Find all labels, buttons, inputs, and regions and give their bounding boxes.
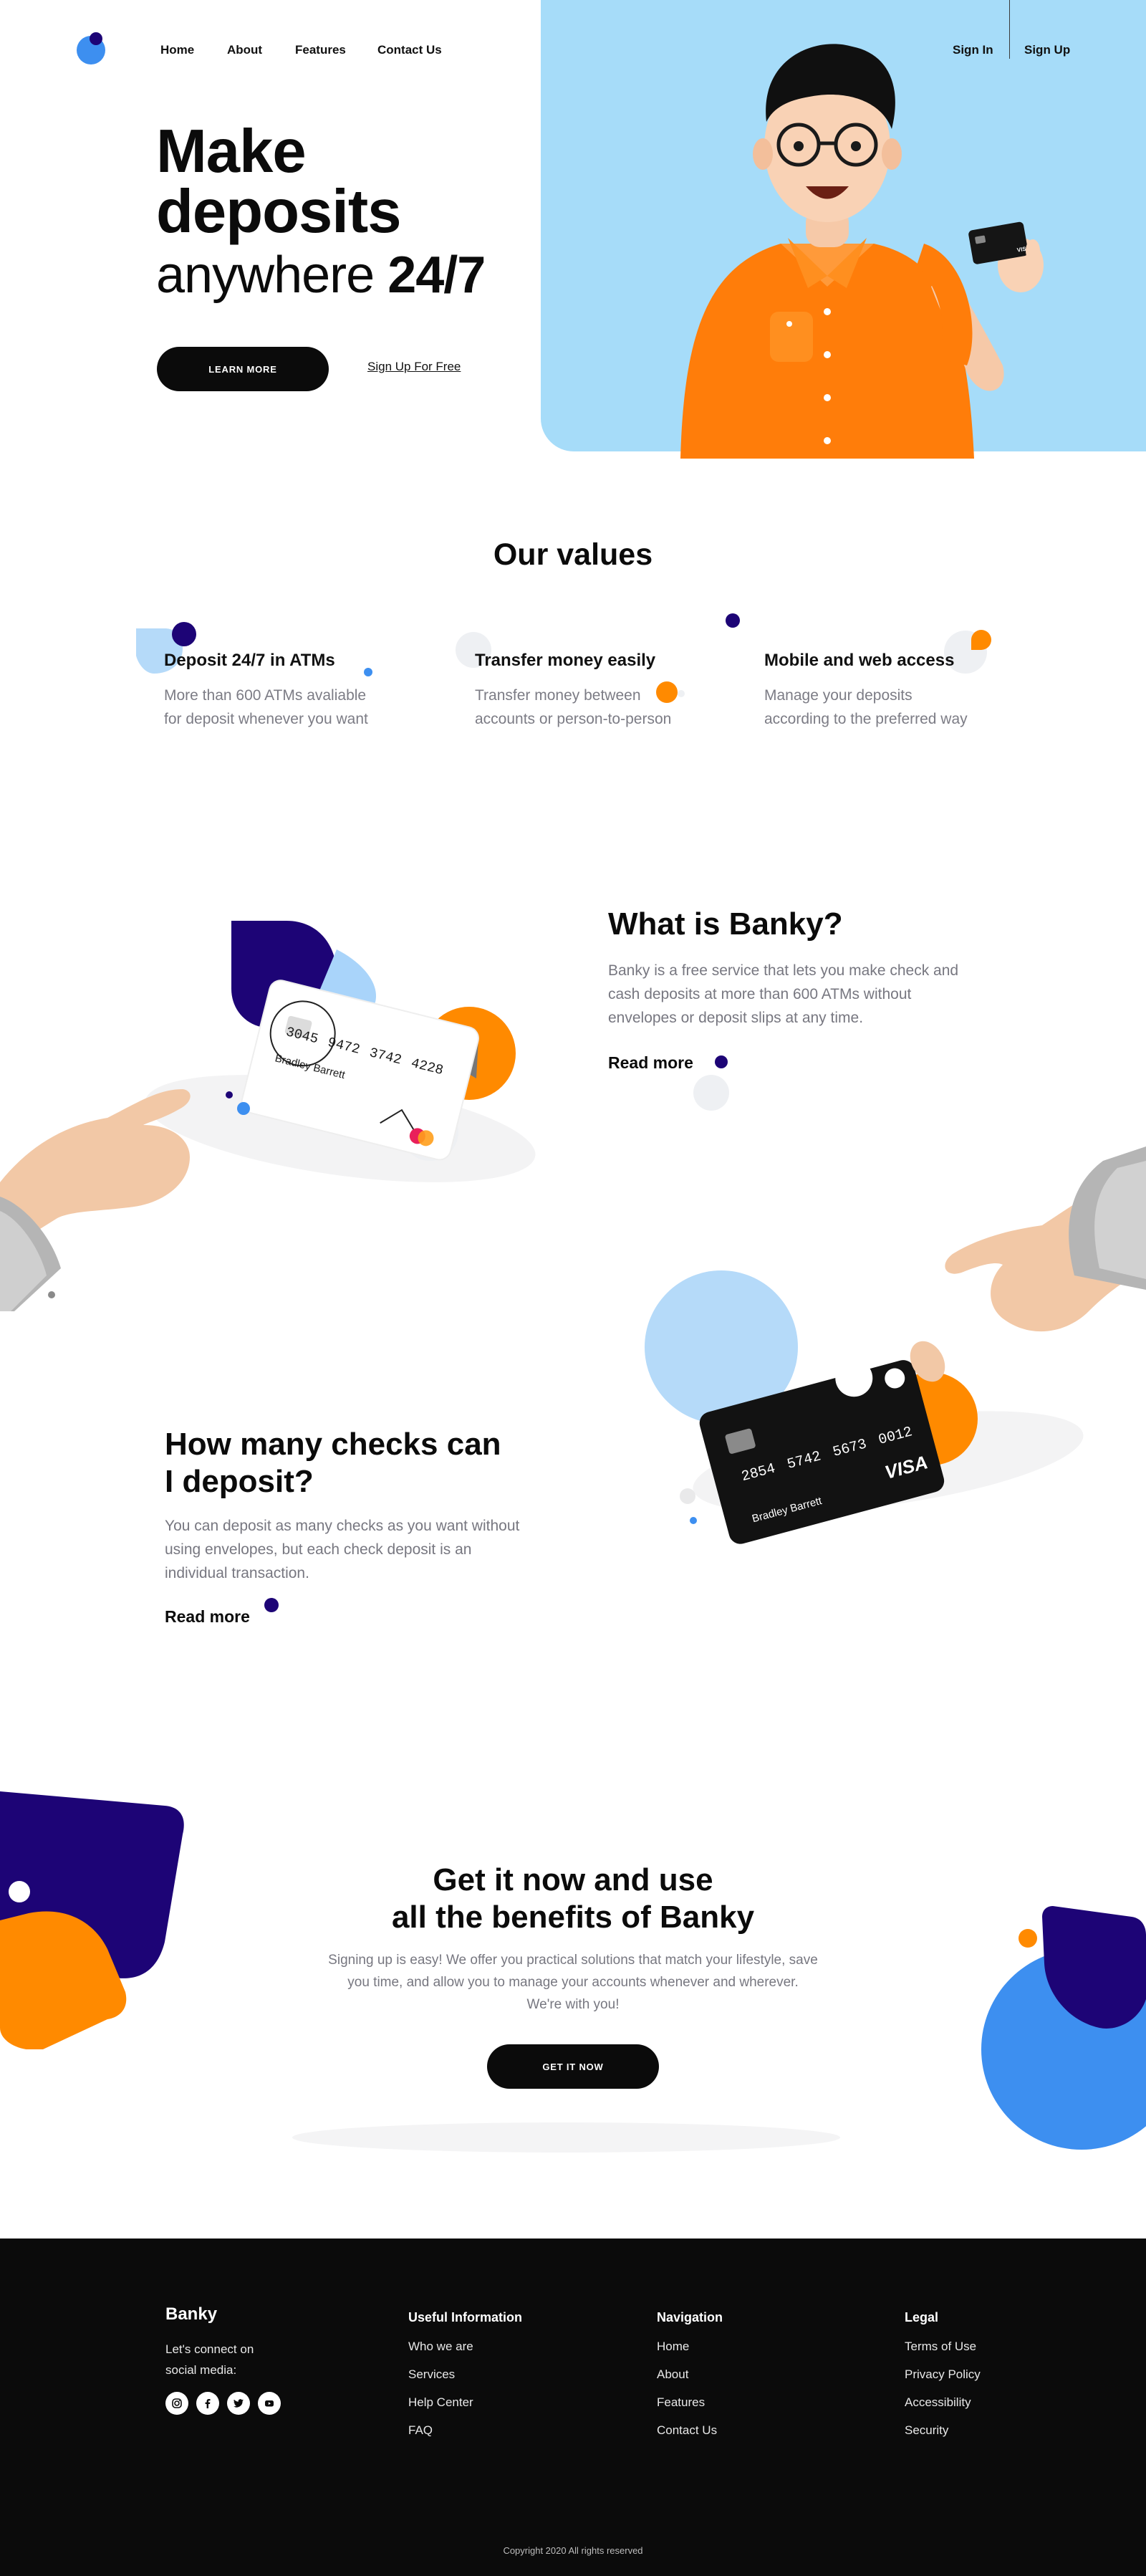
connect-line: Let's connect on — [165, 2342, 254, 2356]
value-desc-line: More than 600 ATMs avaliable — [164, 687, 367, 704]
value-desc-line: according to the preferred way — [764, 711, 968, 727]
value-desc-line: for deposit whenever you want — [164, 711, 368, 727]
footer-connect-text: Let's connect on social media: — [165, 2339, 254, 2380]
footer-column-navigation: Navigation Home About Features Contact U… — [657, 2310, 723, 2438]
body-line: you time, and allow you to manage your a… — [347, 1975, 799, 1990]
value-title: Transfer money easily — [475, 651, 656, 670]
title-line: Get it now and use — [433, 1862, 713, 1897]
hero-title: Make deposits — [156, 118, 402, 246]
nav-features[interactable]: Features — [295, 43, 346, 57]
sign-up-link[interactable]: Sign Up — [1024, 43, 1070, 57]
footer-column-legal: Legal Terms of Use Privacy Policy Access… — [905, 2310, 981, 2438]
what-is-banky-title: What is Banky? — [608, 906, 843, 942]
how-many-checks-body: You can deposit as many checks as you wa… — [165, 1514, 580, 1585]
get-it-now-button[interactable]: GET IT NOW — [487, 2044, 659, 2089]
hero-title-line-1: Make — [156, 118, 307, 186]
footer: Banky Let's connect on social media: Use… — [0, 2239, 1146, 2576]
title-line: all the benefits of Banky — [391, 1900, 755, 1935]
footer-link-features[interactable]: Features — [657, 2395, 723, 2410]
hero-title-line-2: deposits — [156, 178, 402, 246]
footer-column-heading: Useful Information — [408, 2310, 523, 2324]
hand-pointing-card-illustration: 3045 9472 3742 4228 Bradley Barrett — [0, 921, 536, 1311]
person-holding-card-illustration: VISA — [680, 44, 1044, 459]
nav-about[interactable]: About — [227, 43, 262, 57]
footer-link-about[interactable]: About — [657, 2367, 723, 2382]
decor-dot — [715, 1055, 728, 1068]
social-links — [165, 2392, 281, 2415]
footer-column-heading: Legal — [905, 2310, 939, 2324]
sign-up-for-free-link[interactable]: Sign Up For Free — [367, 360, 461, 374]
body-line: Signing up is easy! We offer you practic… — [328, 1953, 818, 1968]
footer-link-help-center[interactable]: Help Center — [408, 2395, 522, 2410]
footer-link-contact-us[interactable]: Contact Us — [657, 2423, 723, 2438]
footer-brand: Banky — [165, 2304, 218, 2324]
facebook-icon[interactable] — [196, 2392, 219, 2415]
decor-dot — [726, 613, 740, 628]
body-line: envelopes or deposit slips at any time. — [608, 1010, 864, 1026]
decor-circle — [693, 1075, 729, 1111]
value-desc-line: Transfer money between — [475, 687, 641, 704]
cta-title: Get it now and use all the benefits of B… — [0, 1862, 1146, 1936]
hero-subtitle: anywhere 24/7 — [156, 245, 486, 305]
hero-subtitle-light: anywhere — [156, 246, 375, 304]
connect-line: social media: — [165, 2363, 237, 2377]
footer-column-useful-info: Useful Information Who we are Services H… — [408, 2310, 522, 2438]
body-line: You can deposit as many checks as you wa… — [165, 1518, 520, 1534]
footer-link-accessibility[interactable]: Accessibility — [905, 2395, 981, 2410]
body-line: cash deposits at more than 600 ATMs with… — [608, 986, 912, 1002]
twitter-icon[interactable] — [227, 2392, 250, 2415]
learn-more-button[interactable]: LEARN MORE — [157, 347, 329, 391]
value-title: Mobile and web access — [764, 651, 955, 670]
footer-link-faq[interactable]: FAQ — [408, 2423, 522, 2438]
footer-link-home[interactable]: Home — [657, 2340, 723, 2354]
footer-link-terms-of-use[interactable]: Terms of Use — [905, 2340, 981, 2354]
decor-dot — [264, 1598, 279, 1612]
what-is-banky-body: Banky is a free service that lets you ma… — [608, 959, 1009, 1030]
how-many-read-more-link[interactable]: Read more — [165, 1607, 250, 1627]
footer-link-security[interactable]: Security — [905, 2423, 981, 2438]
footer-link-privacy-policy[interactable]: Privacy Policy — [905, 2367, 981, 2382]
nav-home[interactable]: Home — [160, 43, 194, 57]
footer-link-who-we-are[interactable]: Who we are — [408, 2340, 522, 2354]
hand-holding-card-illustration: 2854 5742 5673 0012 Bradley Barrett VISA — [645, 1146, 1146, 1544]
youtube-icon[interactable] — [258, 2392, 281, 2415]
body-line: Banky is a free service that lets you ma… — [608, 962, 959, 979]
what-is-read-more-link[interactable]: Read more — [608, 1053, 693, 1073]
auth-divider — [1009, 0, 1010, 59]
cta-shadow — [292, 2122, 840, 2153]
decor-drop — [971, 630, 991, 650]
value-card-mobile: Mobile and web access Manage your deposi… — [764, 651, 1008, 731]
instagram-icon[interactable] — [165, 2392, 188, 2415]
value-card-atms: Deposit 24/7 in ATMs More than 600 ATMs … — [164, 651, 408, 731]
title-line: How many checks can — [165, 1427, 501, 1462]
value-title: Deposit 24/7 in ATMs — [164, 651, 335, 670]
footer-copyright: Copyright 2020 All rights reserved — [503, 2545, 643, 2556]
values-title: Our values — [493, 537, 653, 572]
footer-column-heading: Navigation — [657, 2310, 723, 2324]
how-many-checks-title: How many checks can I deposit? — [165, 1426, 501, 1500]
title-line: I deposit? — [165, 1464, 314, 1499]
cta-body: Signing up is easy! We offer you practic… — [0, 1949, 1146, 2016]
footer-link-services[interactable]: Services — [408, 2367, 522, 2382]
sign-in-link[interactable]: Sign In — [953, 43, 993, 57]
body-line: individual transaction. — [165, 1565, 309, 1581]
hero-subtitle-bold: 24/7 — [387, 246, 486, 304]
value-desc-line: accounts or person-to-person — [475, 711, 672, 727]
nav-contact-us[interactable]: Contact Us — [377, 43, 442, 57]
banky-logo-icon[interactable] — [76, 32, 109, 66]
body-line: We're with you! — [526, 1997, 620, 2012]
body-line: using envelopes, but each check deposit … — [165, 1541, 472, 1558]
value-desc-line: Manage your deposits — [764, 687, 913, 704]
value-card-transfer: Transfer money easily Transfer money bet… — [475, 651, 718, 731]
